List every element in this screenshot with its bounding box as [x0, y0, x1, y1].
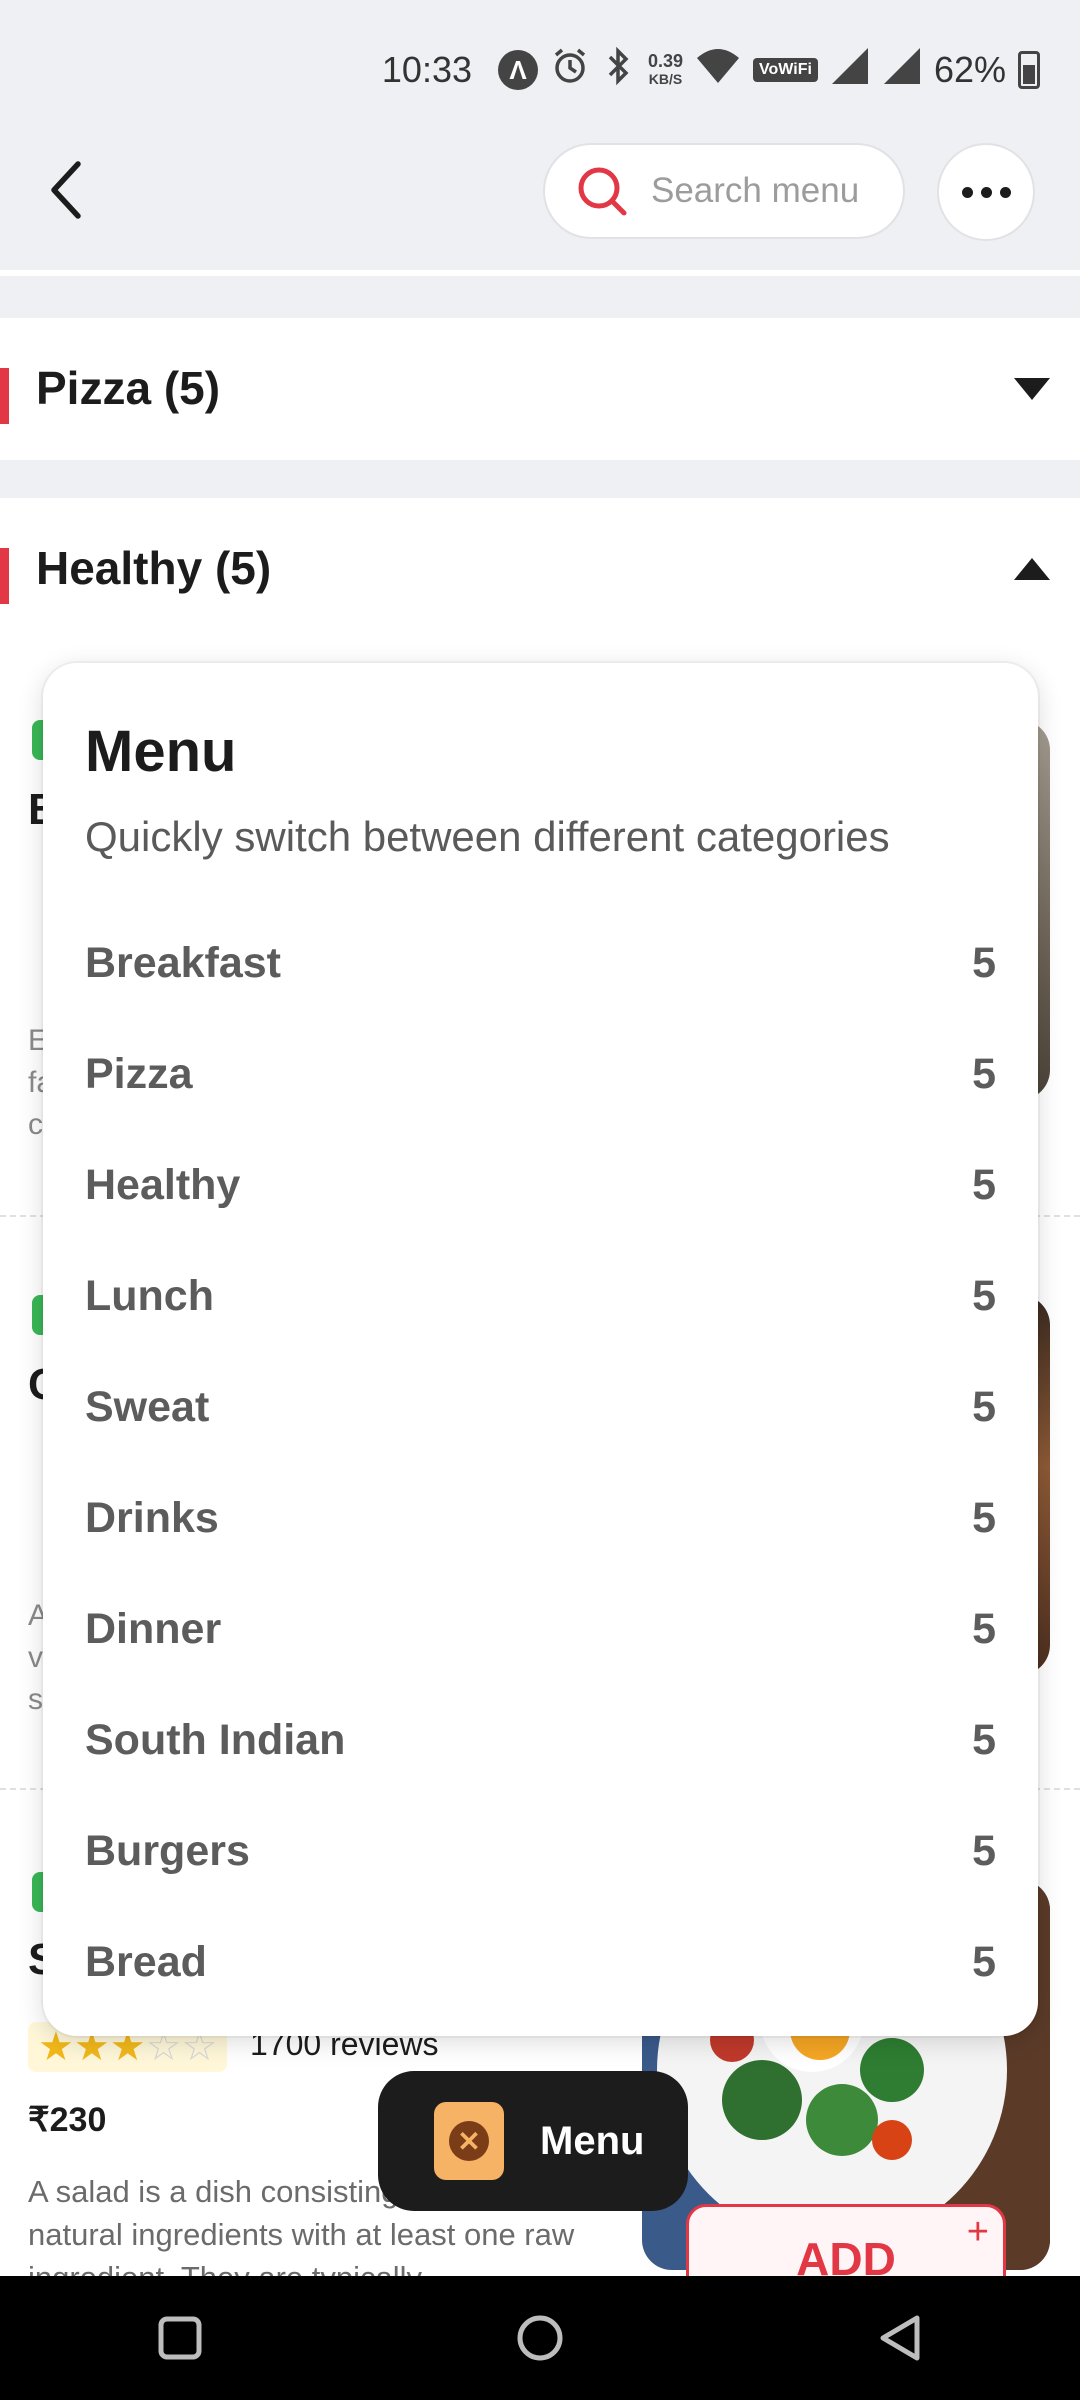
- section-title: Pizza (5): [36, 362, 221, 414]
- system-nav-bar: [0, 2276, 1080, 2400]
- item-desc-line: v: [28, 1641, 43, 1674]
- category-name: Breakfast: [85, 939, 281, 987]
- home-icon: [517, 2315, 563, 2361]
- category-name: Bread: [85, 1938, 207, 1986]
- recents-icon: [158, 2316, 202, 2360]
- category-item-breakfast[interactable]: Breakfast 5: [43, 908, 1038, 1019]
- category-item-bread[interactable]: Bread 5: [43, 1907, 1038, 2018]
- category-count: 5: [972, 1827, 996, 1875]
- search-placeholder: Search menu: [651, 171, 860, 210]
- menu-book-icon: ✕: [434, 2102, 504, 2180]
- section-title: Healthy (5): [36, 542, 272, 594]
- net-speed: 0.39 KB/S: [648, 51, 684, 87]
- close-icon: ✕: [449, 2121, 489, 2161]
- category-name: Pizza: [85, 1050, 193, 1098]
- menu-title: Menu: [85, 719, 237, 784]
- top-bar: 10:33 Λ 0.39 KB/S VoWiFi 62% Search menu: [0, 0, 1080, 270]
- category-name: South Indian: [85, 1716, 346, 1764]
- battery-icon: [1018, 51, 1040, 89]
- category-count: 5: [972, 1938, 996, 1986]
- menu-popup: Menu Quickly switch between different ca…: [43, 663, 1038, 2036]
- back-triangle-icon: [880, 2315, 920, 2361]
- app-notification-icon: Λ: [498, 50, 538, 90]
- category-item-dinner[interactable]: Dinner 5: [43, 1574, 1038, 1685]
- category-name: Burgers: [85, 1827, 250, 1875]
- category-count: 5: [972, 939, 996, 987]
- category-count: 5: [972, 1383, 996, 1431]
- category-name: Healthy: [85, 1161, 241, 1209]
- category-count: 5: [972, 1494, 996, 1542]
- category-count: 5: [972, 1050, 996, 1098]
- more-dots-icon: [961, 186, 973, 198]
- section-header-pizza[interactable]: Pizza (5): [0, 318, 1080, 458]
- menu-toggle-label: Menu: [540, 2118, 645, 2163]
- category-item-south-indian[interactable]: South Indian 5: [43, 1685, 1038, 1796]
- more-options-button[interactable]: [937, 143, 1035, 241]
- category-name: Sweat: [85, 1383, 210, 1431]
- section-gap: [0, 460, 1080, 498]
- category-count: 5: [972, 1605, 996, 1653]
- section-gap: [0, 276, 1080, 318]
- category-item-burgers[interactable]: Burgers 5: [43, 1796, 1038, 1907]
- item-desc-line: s: [28, 1683, 43, 1716]
- plus-icon: +: [966, 2211, 989, 2253]
- category-name: Dinner: [85, 1605, 222, 1653]
- category-list: Breakfast 5 Pizza 5 Healthy 5 Lunch 5 Sw…: [43, 908, 1038, 2018]
- category-item-healthy[interactable]: Healthy 5: [43, 1130, 1038, 1241]
- battery-percent: 62%: [933, 49, 1006, 90]
- alarm-icon: [550, 46, 590, 95]
- back-arrow-icon: [51, 161, 81, 219]
- bluetooth-icon: [602, 46, 636, 95]
- search-icon: [578, 167, 627, 216]
- item-desc-line: c: [28, 1108, 43, 1141]
- category-item-drinks[interactable]: Drinks 5: [43, 1463, 1038, 1574]
- section-header-healthy[interactable]: Healthy (5): [0, 498, 1080, 638]
- status-time: 10:33: [381, 49, 472, 90]
- menu-toggle-button[interactable]: ✕ Menu: [378, 2071, 688, 2211]
- category-name: Drinks: [85, 1494, 219, 1542]
- item-price: ₹230: [28, 2101, 107, 2139]
- home-button[interactable]: [490, 2288, 590, 2388]
- menu-subtitle: Quickly switch between different categor…: [85, 813, 890, 860]
- caret-down-icon: [1014, 378, 1050, 400]
- status-bar: 10:33 Λ 0.39 KB/S VoWiFi 62%: [382, 40, 1040, 100]
- back-button[interactable]: [36, 155, 96, 225]
- category-item-pizza[interactable]: Pizza 5: [43, 1019, 1038, 1130]
- recents-button[interactable]: [130, 2288, 230, 2388]
- category-item-lunch[interactable]: Lunch 5: [43, 1241, 1038, 1352]
- wifi-icon: [695, 46, 741, 95]
- search-input[interactable]: Search menu: [543, 143, 905, 239]
- category-count: 5: [972, 1161, 996, 1209]
- caret-up-icon: [1014, 558, 1050, 580]
- category-count: 5: [972, 1716, 996, 1764]
- signal-icon-2: [882, 46, 922, 95]
- vowifi-icon: VoWiFi: [753, 58, 818, 82]
- category-item-sweat[interactable]: Sweat 5: [43, 1352, 1038, 1463]
- category-name: Lunch: [85, 1272, 214, 1320]
- signal-icon: [830, 46, 870, 95]
- category-count: 5: [972, 1272, 996, 1320]
- back-nav-button[interactable]: [850, 2288, 950, 2388]
